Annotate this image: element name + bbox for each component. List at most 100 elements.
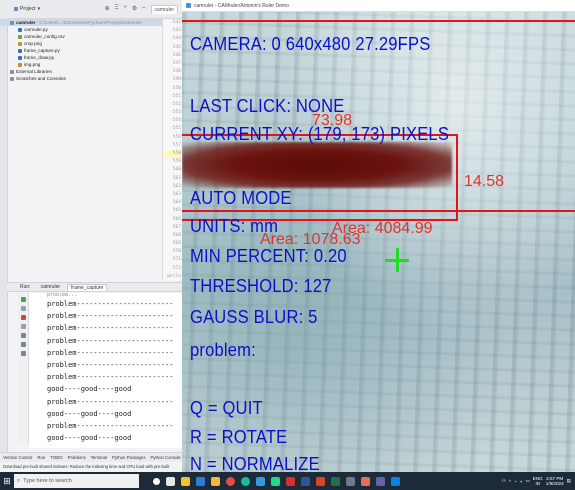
run-tab-frame-capture[interactable]: frame_capture	[67, 283, 108, 291]
line-number: 571	[172, 257, 181, 263]
sort-icon[interactable]: ÷	[124, 5, 127, 14]
line-number: 560	[172, 167, 181, 173]
console-line: good----good----good	[47, 434, 132, 443]
bottom-tab[interactable]: Python Packages	[112, 455, 145, 460]
camera-window-titlebar[interactable]: camruler - CAMruler/Antonin's Ruler Demo	[182, 0, 575, 12]
tree-item[interactable]: camruler_config.csv	[0, 33, 162, 40]
line-number: 569	[172, 241, 181, 247]
console-line: problem-----------------------	[47, 421, 174, 430]
bottom-tab[interactable]: Version Control	[3, 455, 32, 460]
line-number: 542	[172, 20, 181, 25]
folder-icon	[10, 20, 14, 25]
camera-view[interactable]: CAMERA: 0 640x480 27.29FPS LAST CLICK: N…	[182, 12, 575, 472]
word-icon[interactable]	[301, 476, 310, 486]
target-icon[interactable]: ⊕	[105, 5, 110, 14]
line-number: 566	[172, 216, 181, 222]
notification-icon[interactable]: ▤	[567, 478, 571, 484]
bottom-tab[interactable]: Python Console	[150, 455, 180, 460]
pin-icon[interactable]	[20, 342, 26, 347]
system-tray: ⚇ ^ ◔ ◖ ▭ ENG IN 4:57 PM 1/9/2024 ▤	[502, 476, 575, 486]
windows-start-icon[interactable]: ⊞	[0, 472, 14, 490]
cortana-icon[interactable]	[153, 477, 160, 485]
store-icon[interactable]	[196, 476, 205, 486]
run-label: Run:	[20, 284, 31, 290]
line-number: 546	[172, 52, 181, 58]
taskbar-clock[interactable]: 4:57 PM 1/9/2024	[546, 476, 564, 486]
line-number: 551	[172, 93, 181, 99]
bottom-tab[interactable]: Terminal	[91, 455, 107, 460]
ide-status-bar: Download pre-built shared indexes: Reduc…	[0, 462, 182, 472]
bottom-tab[interactable]: TODO	[50, 455, 62, 460]
run-tab-camruler[interactable]: camruler	[38, 284, 63, 290]
tree-item[interactable]: Scratches and Consoles	[0, 75, 162, 82]
snip-icon[interactable]	[361, 476, 370, 486]
rerun-icon[interactable]	[20, 297, 26, 302]
network-icon[interactable]: ◔	[514, 479, 517, 484]
edge-icon[interactable]	[241, 476, 250, 486]
ide-toolbar: Project ▾ ⊕ Ξ ÷ ⚙ – camruler	[0, 0, 182, 19]
camera-app-taskbar-icon[interactable]	[286, 476, 295, 486]
explorer-icon[interactable]	[211, 476, 220, 486]
people-icon[interactable]: ⚇	[502, 478, 506, 484]
tree-item[interactable]: frame_draw.py	[0, 54, 162, 61]
tree-item[interactable]: frame_capture.py	[0, 47, 162, 54]
line-number: 564	[172, 200, 181, 206]
mail-icon[interactable]	[391, 476, 400, 486]
region-text: IN	[535, 481, 541, 486]
clock-date: 1/9/2024	[545, 481, 564, 486]
project-tree: camruler C:\Users\...\Documents\PycharmPr…	[0, 19, 162, 279]
stop-icon[interactable]	[20, 315, 26, 320]
python-file-icon	[18, 55, 22, 60]
task-view-icon[interactable]	[166, 476, 175, 486]
library-icon	[10, 69, 14, 74]
scroll-up-icon[interactable]	[20, 306, 26, 311]
trash-icon[interactable]	[20, 351, 26, 356]
collapse-icon[interactable]: Ξ	[115, 5, 119, 14]
line-number: 567	[172, 224, 181, 230]
project-icon	[14, 7, 18, 11]
powerpoint-icon[interactable]	[316, 476, 325, 486]
console-line: good----good----good	[47, 409, 132, 418]
scroll-down-icon[interactable]	[20, 324, 26, 329]
tree-item[interactable]: External Libraries	[0, 68, 162, 75]
console-line: problem-----------------------	[47, 312, 174, 321]
chevron-down-icon[interactable]: ▾	[38, 6, 41, 12]
ide-window: Project ▾ ⊕ Ξ ÷ ⚙ – camruler camruler C:\…	[0, 0, 183, 472]
language-indicator[interactable]: ENG IN	[533, 476, 543, 486]
excel-icon[interactable]	[331, 476, 340, 486]
minimize-icon[interactable]: –	[142, 5, 145, 14]
chrome-icon[interactable]	[226, 476, 235, 486]
volume-icon[interactable]: ◖	[520, 479, 523, 484]
camera-header: CAMERA: 0 640x480 27.29FPS	[190, 34, 431, 54]
image-file-icon	[18, 62, 22, 67]
settings-app-icon[interactable]	[346, 476, 355, 486]
gear-icon[interactable]: ⚙	[132, 5, 137, 14]
console-line: problem-----------------------	[47, 300, 174, 308]
tree-item[interactable]: camruler C:\Users\...\Documents\PycharmPr…	[0, 19, 162, 26]
pycharm-icon[interactable]	[271, 476, 280, 486]
tree-item[interactable]: camruler.py	[0, 26, 162, 33]
photos-icon[interactable]	[256, 476, 265, 486]
line-number: 556	[172, 134, 181, 140]
console-line: problem-----------------------	[47, 397, 174, 406]
project-tab-label: Project	[20, 6, 36, 12]
current-xy-text: CURRENT XY: (179, 173) PIXELS	[190, 124, 450, 144]
bottom-tab[interactable]: Problems	[68, 455, 86, 460]
battery-icon[interactable]: ▭	[525, 478, 529, 484]
run-console-output[interactable]: problem... problem-----------------------…	[29, 293, 182, 448]
tree-item[interactable]: img.png	[0, 61, 162, 68]
chevron-up-icon[interactable]: ^	[509, 479, 511, 484]
gauss-blur-text: GAUSS BLUR: 5	[190, 307, 318, 327]
project-tab[interactable]: Project ▾	[14, 6, 40, 12]
editor-tab[interactable]: camruler	[150, 4, 178, 14]
taskbar-search-box[interactable]: ⌕ Type here to search	[14, 474, 139, 488]
windows-taskbar: ⊞ ⌕ Type here to search ⚇ ^ ◔ ◖ ▭ ENG IN	[0, 472, 575, 490]
teams-icon[interactable]	[376, 476, 385, 486]
tree-item-label: camruler.py	[24, 27, 48, 32]
file-explorer-icon[interactable]	[181, 476, 190, 486]
tree-item[interactable]: crop.png	[0, 40, 162, 47]
console-line: problem-----------------------	[47, 360, 174, 369]
bottom-tab[interactable]: Run	[37, 455, 45, 460]
line-number: 562	[172, 183, 181, 189]
print-icon[interactable]	[20, 333, 26, 338]
